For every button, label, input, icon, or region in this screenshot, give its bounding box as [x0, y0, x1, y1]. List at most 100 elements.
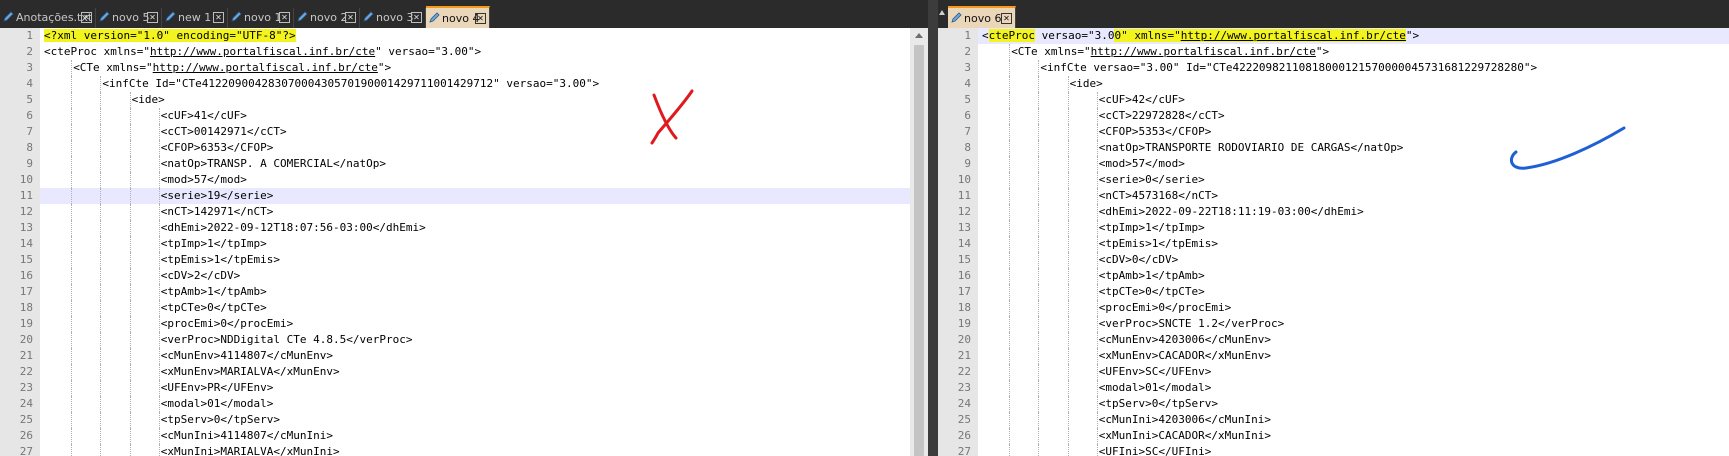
indent-guide: [100, 124, 102, 140]
code-line[interactable]: <serie>19</serie>: [40, 188, 910, 204]
code-line[interactable]: <tpImp>1</tpImp>: [40, 236, 910, 252]
code-line[interactable]: <CTe xmlns="http://www.portalfiscal.inf.…: [978, 44, 1729, 60]
code-line[interactable]: <cMunEnv>4203006</cMunEnv>: [978, 332, 1729, 348]
close-tab-icon[interactable]: ✕: [411, 12, 422, 23]
indent-guide: [71, 204, 73, 220]
code-line[interactable]: <tpCTe>0</tpCTe>: [978, 284, 1729, 300]
indent-guide: [1096, 108, 1098, 124]
code-line[interactable]: <cDV>2</cDV>: [40, 268, 910, 284]
code-area[interactable]: <?xml version="1.0" encoding="UTF-8"?> <c…: [40, 28, 910, 456]
tab-novo-6[interactable]: novo 6 ✕: [948, 6, 1016, 28]
indent-guide: [100, 156, 102, 172]
code-line[interactable]: <UFIni>SC</UFIni>: [978, 444, 1729, 456]
indent-guide: [100, 300, 102, 316]
indent-guide: [129, 348, 131, 364]
code-line[interactable]: <tpServ>0</tpServ>: [40, 412, 910, 428]
code-line[interactable]: <natOp>TRANSP. A COMERCIAL</natOp>: [40, 156, 910, 172]
code-line[interactable]: <modal>01</modal>: [40, 396, 910, 412]
code-line[interactable]: <tpAmb>1</tpAmb>: [978, 268, 1729, 284]
code-line[interactable]: <procEmi>0</procEmi>: [978, 300, 1729, 316]
code-line[interactable]: <xMunEnv>CACADOR</xMunEnv>: [978, 348, 1729, 364]
vertical-scrollbar[interactable]: [910, 28, 928, 456]
code-line[interactable]: <mod>57</mod>: [40, 172, 910, 188]
code-line[interactable]: <CFOP>5353</CFOP>: [978, 124, 1729, 140]
code-line[interactable]: <infCte versao="3.00" Id="CTe42220982110…: [978, 60, 1729, 76]
code-line[interactable]: <cCT>22972828</cCT>: [978, 108, 1729, 124]
code-line[interactable]: <xMunEnv>MARIALVA</xMunEnv>: [40, 364, 910, 380]
code-line[interactable]: <cMunEnv>4114807</cMunEnv>: [40, 348, 910, 364]
close-tab-icon[interactable]: ✕: [279, 12, 290, 23]
line-number: 19: [957, 317, 971, 330]
code-line[interactable]: <mod>57</mod>: [978, 156, 1729, 172]
code-line[interactable]: <ide>: [40, 92, 910, 108]
code-line[interactable]: <ide>: [978, 76, 1729, 92]
code-line[interactable]: <cUF>41</cUF>: [40, 108, 910, 124]
code-line[interactable]: <dhEmi>2022-09-12T18:07:56-03:00</dhEmi>: [40, 220, 910, 236]
tab-novo-1[interactable]: novo 1 ✕: [228, 8, 294, 28]
code-line[interactable]: <tpImp>1</tpImp>: [978, 220, 1729, 236]
code-line[interactable]: <cUF>42</cUF>: [978, 92, 1729, 108]
tab-new-1[interactable]: new 1 ✕: [162, 8, 228, 28]
code-line[interactable]: <tpCTe>0</tpCTe>: [40, 300, 910, 316]
code-line[interactable]: <cteProc xmlns="http://www.portalfiscal.…: [40, 44, 910, 60]
code-line[interactable]: <nCT>4573168</nCT>: [978, 188, 1729, 204]
indent-guide: [1009, 332, 1011, 348]
code-line[interactable]: <verProc>SNCTE 1.2</verProc>: [978, 316, 1729, 332]
code-line[interactable]: <xMunIni>MARIALVA</xMunIni>: [40, 444, 910, 456]
code-line[interactable]: <serie>0</serie>: [978, 172, 1729, 188]
close-tab-icon[interactable]: ✕: [1001, 13, 1012, 24]
code-line[interactable]: <?xml version="1.0" encoding="UTF-8"?>: [40, 28, 910, 44]
indent-guide: [71, 316, 73, 332]
code-line[interactable]: <CFOP>6353</CFOP>: [40, 140, 910, 156]
code-line[interactable]: <infCte Id="CTe4122090042830700043057019…: [40, 76, 910, 92]
code-line[interactable]: <nCT>142971</nCT>: [40, 204, 910, 220]
code-line[interactable]: <cDV>0</cDV>: [978, 252, 1729, 268]
code-line[interactable]: <CTe xmlns="http://www.portalfiscal.inf.…: [40, 60, 910, 76]
code-line[interactable]: <tpEmis>1</tpEmis>: [978, 236, 1729, 252]
code-line[interactable]: <UFEnv>PR</UFEnv>: [40, 380, 910, 396]
code-line[interactable]: <tpAmb>1</tpAmb>: [40, 284, 910, 300]
indent-guide: [1067, 252, 1069, 268]
code-line[interactable]: <modal>01</modal>: [978, 380, 1729, 396]
close-tab-icon[interactable]: ✕: [345, 12, 356, 23]
close-tab-icon[interactable]: ✕: [475, 13, 486, 24]
indent-guide: [129, 236, 131, 252]
code-line[interactable]: <cteProc versao="3.00" xmlns="http://www…: [978, 28, 1729, 44]
close-tab-icon[interactable]: ✕: [147, 12, 158, 23]
indent-guide: [1038, 396, 1040, 412]
code-line[interactable]: <dhEmi>2022-09-22T18:11:19-03:00</dhEmi>: [978, 204, 1729, 220]
code-text: <UFEnv>SC</UFEnv>: [1098, 365, 1212, 378]
code-line[interactable]: <xMunIni>CACADOR</xMunIni>: [978, 428, 1729, 444]
scrollbar-thumb[interactable]: [914, 45, 924, 456]
tab-novo-5[interactable]: novo 5 ✕: [96, 8, 162, 28]
code-line[interactable]: <tpEmis>1</tpEmis>: [40, 252, 910, 268]
scroll-up-arrow-icon[interactable]: [915, 33, 923, 38]
tab-novo-4[interactable]: novo 4 ✕: [426, 6, 490, 28]
code-text: <cCT>22972828</cCT>: [1098, 109, 1225, 122]
code-line[interactable]: <cCT>00142971</cCT>: [40, 124, 910, 140]
line-number: 26: [957, 429, 971, 442]
code-line[interactable]: <procEmi>0</procEmi>: [40, 316, 910, 332]
code-text: <tpCTe>0</tpCTe>: [1098, 285, 1205, 298]
code-area[interactable]: <cteProc versao="3.00" xmlns="http://www…: [978, 28, 1729, 456]
code-line[interactable]: <verProc>NDDigital CTe 4.8.5</verProc>: [40, 332, 910, 348]
code-line[interactable]: <UFEnv>SC</UFEnv>: [978, 364, 1729, 380]
code-line[interactable]: <natOp>TRANSPORTE RODOVIARIO DE CARGAS</…: [978, 140, 1729, 156]
line-number: 1: [964, 29, 971, 42]
indent-guide: [158, 444, 160, 456]
code-line[interactable]: <cMunIni>4203006</cMunIni>: [978, 412, 1729, 428]
tab-anota-es-txt[interactable]: Anotações.txt ✕: [0, 8, 96, 28]
tab-label: new 1: [178, 11, 212, 24]
tab-novo-2[interactable]: novo 2 ✕: [294, 8, 360, 28]
close-tab-icon[interactable]: ✕: [81, 12, 92, 23]
line-number: 10: [19, 173, 33, 186]
code-text: <ide>: [1069, 77, 1103, 90]
line-number: 2: [964, 45, 971, 58]
indent-guide: [1096, 252, 1098, 268]
code-line[interactable]: <tpServ>0</tpServ>: [978, 396, 1729, 412]
tab-novo-3[interactable]: novo 3 ✕: [360, 8, 426, 28]
pane-splitter[interactable]: [928, 0, 938, 456]
code-line[interactable]: <cMunIni>4114807</cMunIni>: [40, 428, 910, 444]
tab-scroll-arrow-icon[interactable]: [939, 10, 945, 15]
close-tab-icon[interactable]: ✕: [213, 12, 224, 23]
